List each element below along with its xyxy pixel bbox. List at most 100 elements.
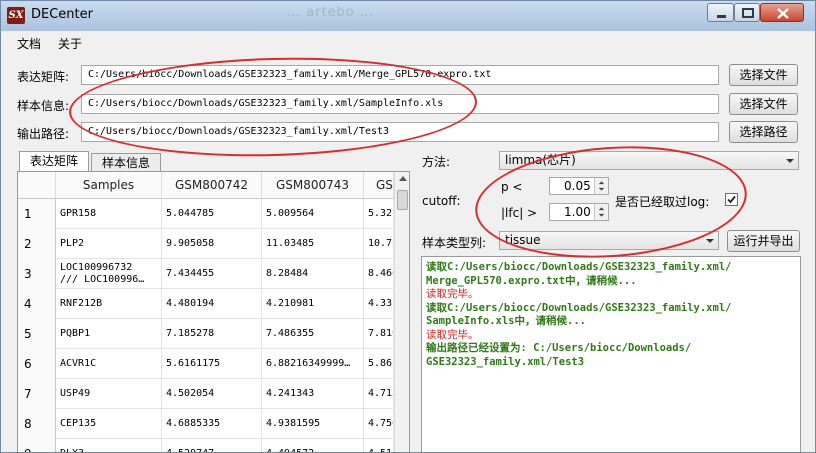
value-cell[interactable]: 4.750 [364,409,394,439]
select-expression-file-button[interactable]: 选择文件 [729,64,798,86]
value-cell[interactable]: 7.486355 [262,319,364,349]
value-cell[interactable]: 4.494572 [262,439,364,452]
value-cell[interactable]: 10.73 [364,229,394,259]
value-cell[interactable]: 7.810 [364,319,394,349]
table-row[interactable]: 7 USP49 4.502054 4.241343 4.715 [18,379,394,409]
sample-type-value: tissue [505,233,541,247]
sample-type-select[interactable]: tissue [499,231,719,250]
table-row[interactable]: 2 PLP2 9.905058 11.03485 10.73 [18,229,394,259]
table-row[interactable]: 1 GPR158 5.044785 5.009564 5.321 [18,199,394,229]
table-row[interactable]: 3 LOC100996732 /// LOC100996… 7.434455 8… [18,259,394,289]
output-path-label: 输出路径: [17,127,70,141]
value-cell[interactable]: 5.044785 [162,199,262,229]
close-button[interactable] [760,3,804,22]
gene-cell[interactable]: RNF212B [56,289,162,319]
gene-cell[interactable]: ACVR1C [56,349,162,379]
expression-label: 表达矩阵: [17,70,70,84]
app-window: SX DECenter … artebo … 文档 关于 表达矩阵: C:/Us… [0,0,816,453]
sample-info-path-field[interactable]: C:/Users/biocc/Downloads/GSE32323_family… [81,94,719,114]
maximize-button[interactable] [734,3,760,22]
value-cell[interactable]: 4.502054 [162,379,262,409]
value-cell[interactable]: 7.185278 [162,319,262,349]
value-cell[interactable]: 4.480194 [162,289,262,319]
gene-cell[interactable]: PQBP1 [56,319,162,349]
column-header[interactable]: Samples [56,172,162,199]
value-cell[interactable]: 4.241343 [262,379,364,409]
menu-about[interactable]: 关于 [58,35,82,52]
value-cell[interactable]: 7.434455 [162,259,262,289]
table-row[interactable]: 6 ACVR1C 5.6161175 6.88216349999… 5.862 [18,349,394,379]
value-cell[interactable]: 4.9381595 [262,409,364,439]
value-cell[interactable]: 5.6161175 [162,349,262,379]
select-output-path-button[interactable]: 选择路径 [729,121,798,143]
column-header[interactable]: GSM800742 [162,172,262,199]
value-cell[interactable]: 5.321 [364,199,394,229]
table-row[interactable]: 4 RNF212B 4.480194 4.210981 4.33 [18,289,394,319]
maximize-icon [742,8,754,18]
log-transformed-label: 是否已经取过log: [615,195,710,209]
app-logo-icon: SX [7,7,25,24]
close-icon [777,8,789,19]
gene-cell[interactable]: CEP135 [56,409,162,439]
log-line: 读取C:/Users/biocc/Downloads/GSE32323_fami… [426,261,732,273]
expression-table[interactable]: Samples GSM800742 GSM800743 GS 1 GPR158 … [17,171,410,452]
value-cell[interactable]: 4.515 [364,439,394,452]
log-line: Merge_GPL570.expro.txt中，请稍候... [426,274,637,287]
row-index: 9 [18,439,56,452]
title-bar: SX DECenter … artebo … [1,1,815,31]
value-cell[interactable]: 4.529747 [162,439,262,452]
log-transformed-checkbox[interactable] [725,193,738,206]
value-cell[interactable]: 11.03485 [262,229,364,259]
table-vertical-scrollbar[interactable] [394,172,409,452]
method-select[interactable]: limma(芯片) [499,151,799,170]
method-select-value: limma(芯片) [505,153,576,167]
value-cell[interactable]: 6.88216349999… [262,349,364,379]
row-index: 8 [18,409,56,439]
lfc-input[interactable]: 1.00 [564,205,591,219]
p-value-input[interactable]: 0.05 [564,179,591,193]
table-row[interactable]: 8 CEP135 4.6885335 4.9381595 4.750 [18,409,394,439]
value-cell[interactable]: 4.715 [364,379,394,409]
column-header[interactable]: GSM800743 [262,172,364,199]
log-console[interactable]: 读取C:/Users/biocc/Downloads/GSE32323_fami… [421,256,801,452]
scrollbar-thumb[interactable] [397,190,408,210]
value-cell[interactable]: 4.33 [364,289,394,319]
row-index: 2 [18,229,56,259]
sample-type-label: 样本类型列: [422,236,487,250]
spin-arrows-icon[interactable] [594,204,608,220]
minimize-button[interactable] [707,3,734,22]
column-header[interactable]: GS [364,172,394,199]
log-line: 读取C:/Users/biocc/Downloads/GSE32323_fami… [426,301,732,314]
gene-cell[interactable]: USP49 [56,379,162,409]
table-row[interactable]: 5 PQBP1 7.185278 7.486355 7.810 [18,319,394,349]
scroll-up-arrow-icon[interactable] [399,176,407,181]
table-row[interactable]: 9 DLX3 4.529747 4.494572 4.515 [18,439,394,452]
value-cell[interactable]: 9.905058 [162,229,262,259]
gene-cell[interactable]: DLX3 [56,439,162,452]
cutoff-label: cutoff: [422,194,461,208]
log-line: SampleInfo.xls中，请稍候... [426,315,586,327]
value-cell[interactable]: 8.460 [364,259,394,289]
spin-arrows-icon[interactable] [594,178,608,194]
expression-path-field[interactable]: C:/Users/biocc/Downloads/GSE32323_family… [81,65,719,85]
value-cell[interactable]: 5.009564 [262,199,364,229]
run-and-export-button[interactable]: 运行并导出 [727,230,800,252]
p-value-spinbox[interactable]: 0.05 [549,177,609,195]
value-cell[interactable]: 5.862 [364,349,394,379]
gene-cell-line: /// LOC100996… [60,274,145,285]
value-cell[interactable]: 4.6885335 [162,409,262,439]
lfc-spinbox[interactable]: 1.00 [549,203,609,221]
tab-sample-info[interactable]: 样本信息 [91,153,161,173]
value-cell[interactable]: 4.210981 [262,289,364,319]
checkmark-icon [727,195,736,204]
value-cell[interactable]: 8.28484 [262,259,364,289]
gene-cell[interactable]: GPR158 [56,199,162,229]
tab-expression-matrix[interactable]: 表达矩阵 [19,151,89,172]
menu-document[interactable]: 文档 [17,35,41,52]
gene-cell[interactable]: LOC100996732 /// LOC100996… [56,259,162,289]
gene-cell[interactable]: PLP2 [56,229,162,259]
output-path-field[interactable]: C:/Users/biocc/Downloads/GSE32323_family… [81,122,719,142]
select-sample-file-button[interactable]: 选择文件 [729,93,798,115]
gene-cell-line: LOC100996732 [60,262,133,273]
window-title: DECenter [31,7,93,22]
